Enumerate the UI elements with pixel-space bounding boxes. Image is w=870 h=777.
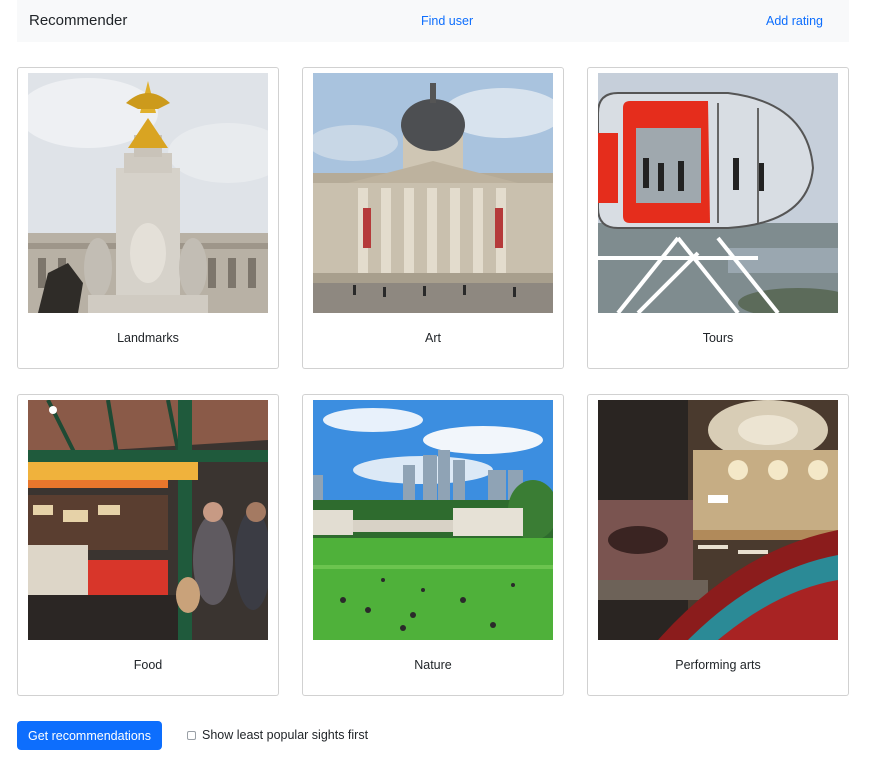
least-popular-checkbox[interactable]: [187, 730, 196, 740]
brand-title[interactable]: Recommender: [29, 12, 127, 30]
park-skyline-image: [313, 400, 553, 640]
least-popular-toggle: Show least popular sights first: [187, 728, 368, 742]
least-popular-label[interactable]: Show least popular sights first: [202, 728, 368, 742]
category-card-food[interactable]: Food: [17, 394, 279, 696]
category-card-nature[interactable]: Nature: [302, 394, 564, 696]
navbar: Recommender Find user Add rating: [17, 0, 849, 42]
find-user-link[interactable]: Find user: [421, 13, 473, 29]
category-label: Landmarks: [117, 331, 179, 345]
category-label: Art: [425, 331, 441, 345]
category-card-art[interactable]: Art: [302, 67, 564, 369]
category-label: Food: [133, 658, 163, 672]
category-label: Performing arts: [675, 658, 761, 672]
gallery-building-image: [313, 73, 553, 313]
category-label: Nature: [414, 658, 452, 672]
get-recommendations-button[interactable]: Get recommendations: [17, 721, 162, 750]
market-stalls-image: [28, 400, 268, 640]
category-card-landmarks[interactable]: Landmarks: [17, 67, 279, 369]
add-rating-link[interactable]: Add rating: [766, 13, 823, 29]
statue-monument-image: [28, 73, 268, 313]
observation-capsule-image: [598, 73, 838, 313]
category-card-tours[interactable]: Tours: [587, 67, 849, 369]
theatre-interior-image: [598, 400, 838, 640]
category-card-performing-arts[interactable]: Performing arts: [587, 394, 849, 696]
category-label: Tours: [702, 331, 734, 345]
